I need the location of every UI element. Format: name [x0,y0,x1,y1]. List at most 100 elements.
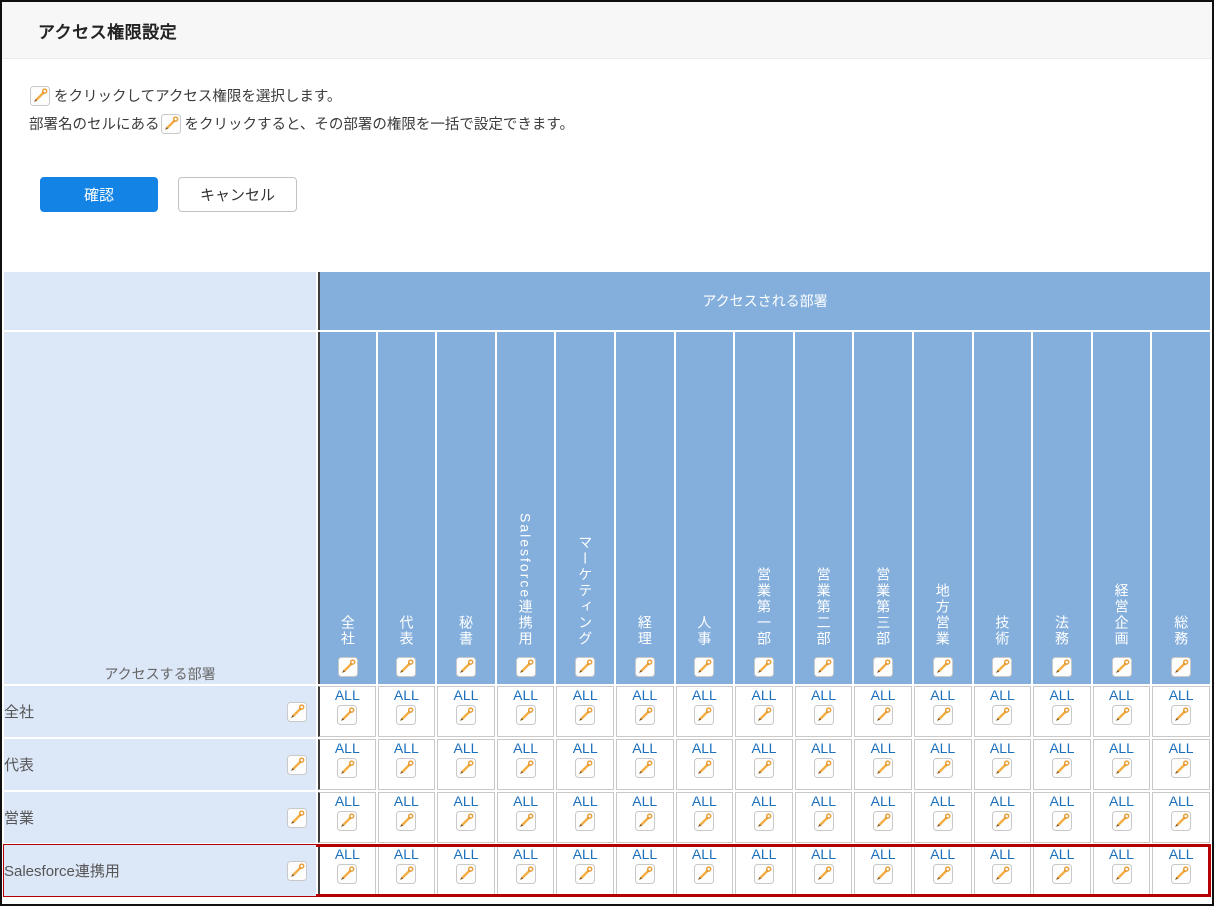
permission-value-link[interactable]: ALL [438,687,494,704]
column-bulk-edit-button[interactable] [813,657,834,677]
cell-edit-button[interactable] [575,758,596,778]
cell-edit-button[interactable] [1051,864,1072,884]
cell-edit-button[interactable] [992,864,1013,884]
column-bulk-edit-button[interactable] [515,657,536,677]
permission-value-link[interactable]: ALL [379,846,435,863]
permission-value-link[interactable]: ALL [320,740,375,757]
permission-value-link[interactable]: ALL [915,793,971,810]
cell-edit-button[interactable] [1111,864,1132,884]
cell-edit-button[interactable] [813,864,834,884]
cell-edit-button[interactable] [873,705,894,725]
cell-edit-button[interactable] [813,811,834,831]
cell-edit-button[interactable] [694,811,715,831]
permission-value-link[interactable]: ALL [915,846,971,863]
permission-value-link[interactable]: ALL [677,846,733,863]
permission-value-link[interactable]: ALL [915,687,971,704]
permission-value-link[interactable]: ALL [975,740,1031,757]
cell-edit-button[interactable] [753,705,774,725]
permission-value-link[interactable]: ALL [498,793,554,810]
column-bulk-edit-button[interactable] [753,657,774,677]
permission-value-link[interactable]: ALL [438,740,494,757]
cell-edit-button[interactable] [1051,811,1072,831]
cell-edit-button[interactable] [1171,758,1192,778]
cell-edit-button[interactable] [396,811,417,831]
permission-value-link[interactable]: ALL [1034,793,1090,810]
permission-value-link[interactable]: ALL [379,740,435,757]
cell-edit-button[interactable] [813,758,834,778]
permission-value-link[interactable]: ALL [1153,687,1209,704]
permission-value-link[interactable]: ALL [379,687,435,704]
cell-edit-button[interactable] [396,864,417,884]
cell-edit-button[interactable] [634,705,655,725]
row-bulk-edit-button[interactable] [287,860,307,881]
confirm-button[interactable]: 確認 [40,177,158,212]
permission-value-link[interactable]: ALL [617,740,673,757]
cell-edit-button[interactable] [455,811,476,831]
cell-edit-button[interactable] [1171,705,1192,725]
cell-edit-button[interactable] [575,705,596,725]
row-bulk-edit-button[interactable] [287,754,307,775]
cell-edit-button[interactable] [515,758,536,778]
permission-value-link[interactable]: ALL [498,846,554,863]
permission-value-link[interactable]: ALL [557,687,613,704]
cell-edit-button[interactable] [873,758,894,778]
row-bulk-edit-button[interactable] [287,701,307,722]
row-bulk-edit-button[interactable] [287,807,307,828]
column-bulk-edit-button[interactable] [1051,657,1072,677]
permission-value-link[interactable]: ALL [438,793,494,810]
cell-edit-button[interactable] [515,705,536,725]
column-bulk-edit-button[interactable] [873,657,894,677]
permission-value-link[interactable]: ALL [320,687,375,704]
cell-edit-button[interactable] [1171,811,1192,831]
column-bulk-edit-button[interactable] [455,657,476,677]
permission-value-link[interactable]: ALL [975,687,1031,704]
cell-edit-button[interactable] [1111,758,1132,778]
permission-value-link[interactable]: ALL [1094,740,1150,757]
cell-edit-button[interactable] [575,811,596,831]
cell-edit-button[interactable] [515,864,536,884]
cell-edit-button[interactable] [575,864,596,884]
permission-value-link[interactable]: ALL [1034,740,1090,757]
cell-edit-button[interactable] [455,705,476,725]
cell-edit-button[interactable] [932,864,953,884]
cell-edit-button[interactable] [634,811,655,831]
cell-edit-button[interactable] [1111,705,1132,725]
cell-edit-button[interactable] [1051,705,1072,725]
column-bulk-edit-button[interactable] [575,657,596,677]
cell-edit-button[interactable] [813,705,834,725]
permission-value-link[interactable]: ALL [617,846,673,863]
column-bulk-edit-button[interactable] [396,657,417,677]
permission-value-link[interactable]: ALL [1034,687,1090,704]
permission-value-link[interactable]: ALL [320,793,375,810]
permission-value-link[interactable]: ALL [1153,846,1209,863]
permission-value-link[interactable]: ALL [438,846,494,863]
cell-edit-button[interactable] [1111,811,1132,831]
cell-edit-button[interactable] [337,705,358,725]
permission-value-link[interactable]: ALL [975,793,1031,810]
column-bulk-edit-button[interactable] [932,657,953,677]
cell-edit-button[interactable] [873,864,894,884]
permission-value-link[interactable]: ALL [736,793,792,810]
column-bulk-edit-button[interactable] [337,657,358,677]
permission-value-link[interactable]: ALL [1094,687,1150,704]
permission-value-link[interactable]: ALL [498,740,554,757]
permission-value-link[interactable]: ALL [796,740,852,757]
permission-value-link[interactable]: ALL [379,793,435,810]
permission-value-link[interactable]: ALL [855,740,911,757]
cell-edit-button[interactable] [694,758,715,778]
permission-value-link[interactable]: ALL [677,793,733,810]
permission-value-link[interactable]: ALL [677,687,733,704]
column-bulk-edit-button[interactable] [1171,657,1192,677]
permission-value-link[interactable]: ALL [796,687,852,704]
permission-value-link[interactable]: ALL [855,793,911,810]
cell-edit-button[interactable] [992,811,1013,831]
permission-value-link[interactable]: ALL [498,687,554,704]
permission-value-link[interactable]: ALL [915,740,971,757]
column-bulk-edit-button[interactable] [992,657,1013,677]
permission-value-link[interactable]: ALL [557,846,613,863]
cell-edit-button[interactable] [455,864,476,884]
cell-edit-button[interactable] [932,758,953,778]
permission-value-link[interactable]: ALL [557,793,613,810]
permission-value-link[interactable]: ALL [736,846,792,863]
cell-edit-button[interactable] [694,705,715,725]
